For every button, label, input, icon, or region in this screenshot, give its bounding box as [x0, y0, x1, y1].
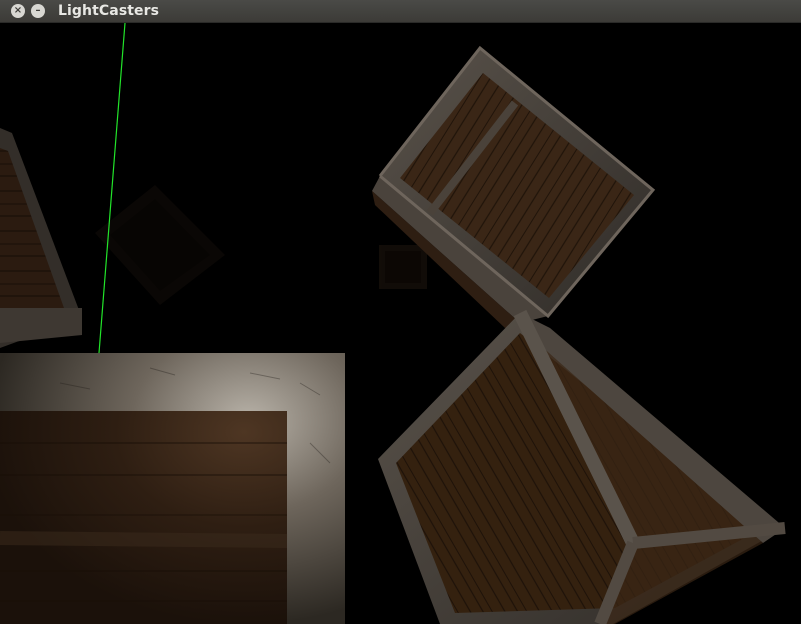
app-window: × – LightCasters	[0, 0, 801, 624]
close-icon[interactable]: ×	[11, 4, 25, 18]
minimize-icon[interactable]: –	[31, 4, 45, 18]
crate-far-left	[95, 185, 225, 305]
crate-left-edge	[0, 128, 82, 348]
window-title: LightCasters	[58, 3, 160, 19]
render-viewport[interactable]	[0, 23, 801, 624]
light-ray-line	[98, 23, 126, 354]
scene-canvas	[0, 23, 786, 624]
title-bar: × – LightCasters	[0, 0, 801, 23]
crate-spotlit-front	[0, 353, 345, 624]
crate-tiny-distant	[379, 245, 427, 289]
crate-lower-right	[378, 309, 786, 624]
